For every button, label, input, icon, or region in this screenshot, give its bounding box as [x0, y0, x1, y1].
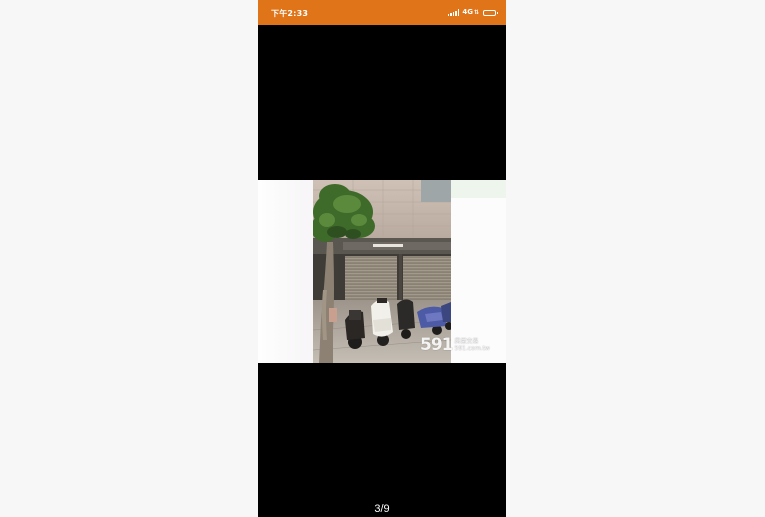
- signal-icon: [447, 9, 460, 16]
- status-time: 下午2:33: [271, 9, 309, 18]
- photo-left-margin: [258, 180, 313, 363]
- battery-icon: [483, 9, 498, 16]
- watermark-logo-number: 591: [420, 335, 453, 355]
- photo-viewer-image[interactable]: 591 房屋交易 591.com.tw: [258, 180, 506, 363]
- watermark-caption: 房屋交易 591.com.tw: [455, 338, 490, 352]
- photo-pager-counter: 3/9: [374, 503, 390, 515]
- watermark-line1: 房屋交易: [454, 338, 479, 345]
- status-indicators: 4G ⇅: [447, 7, 498, 18]
- phone-screen: 下午2:33 4G ⇅ 591 房屋交易 591.com.tw 3/9: [258, 0, 506, 517]
- network-type: 4G: [462, 8, 473, 16]
- data-activity-icon: ⇅: [473, 9, 479, 16]
- status-bar: 下午2:33 4G ⇅: [258, 0, 506, 25]
- watermark-line2: 591.com.tw: [454, 345, 490, 352]
- watermark: 591 房屋交易 591.com.tw: [420, 335, 490, 355]
